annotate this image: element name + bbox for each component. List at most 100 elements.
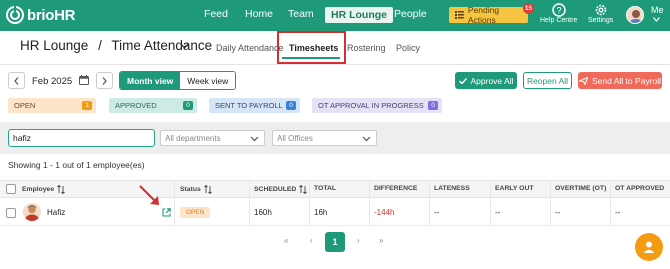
tab-policy[interactable]: Policy (396, 43, 420, 53)
approve-all-button[interactable]: Approve All (455, 72, 517, 89)
column-header-label: Status (180, 186, 201, 193)
breadcrumb-current: Time Attendance (111, 38, 213, 53)
settings-button[interactable]: Settings (588, 3, 613, 24)
column-header-employee[interactable]: Employee (22, 185, 65, 194)
status-chip-count: 0 (183, 101, 193, 110)
next-period-button[interactable] (96, 72, 113, 89)
chevron-down-icon[interactable] (653, 17, 660, 22)
select-all-checkbox[interactable] (6, 184, 16, 194)
svg-text:?: ? (556, 6, 561, 16)
cell-lateness: -- (434, 208, 440, 217)
results-count-text: Showing 1 - 1 out of 1 employee(es) (8, 160, 145, 170)
send-icon (579, 76, 588, 85)
last-page-button[interactable]: » (379, 236, 383, 245)
month-view-button[interactable]: Month view (120, 72, 181, 89)
employee-name[interactable]: Hafiz (47, 208, 65, 217)
cell-scheduled: 160h (254, 208, 272, 217)
status-chip-ot-approval[interactable]: OT APPROVAL IN PROGRESS 0 (312, 98, 442, 113)
status-chip-sent-to-payroll[interactable]: SENT TO PAYROLL 0 (209, 98, 300, 113)
status-chip-count: 0 (286, 101, 296, 110)
office-select-value: All Offices (277, 133, 313, 143)
breadcrumb-root[interactable]: HR Lounge (20, 38, 88, 53)
pending-actions-button[interactable]: Pending Actions 15 (449, 3, 534, 25)
column-header-ot-approved: OT APPROVED (615, 185, 665, 192)
status-chip-count: 0 (428, 101, 438, 110)
tab-daily-attendance[interactable]: Daily Attendance (216, 43, 284, 53)
employee-search-input[interactable] (8, 129, 155, 147)
cell-overtime: -- (555, 208, 561, 217)
send-all-label: Send All to Payroll (592, 75, 661, 86)
employee-avatar (23, 203, 41, 221)
column-header-label: SCHEDULED (254, 186, 297, 193)
brand-logo-icon (6, 6, 24, 24)
brand-logo[interactable]: brioHR (6, 6, 76, 24)
next-page-button[interactable]: › (357, 236, 360, 245)
brand-name: brioHR (27, 6, 76, 24)
nav-hr-lounge[interactable]: HR Lounge (325, 7, 393, 23)
open-external-icon[interactable] (162, 208, 171, 217)
status-chip-label: APPROVED (115, 101, 157, 110)
user-icon (643, 241, 655, 253)
send-all-to-payroll-button[interactable]: Send All to Payroll (578, 72, 662, 89)
nav-people[interactable]: People (394, 8, 427, 20)
chevron-right-icon (102, 76, 107, 85)
pending-actions-label: Pending Actions (467, 5, 500, 25)
help-centre-button[interactable]: ? Help Centre (540, 3, 577, 24)
cell-difference: -144h (374, 208, 395, 217)
breadcrumb-separator: / (98, 38, 102, 53)
cell-ot-approved: -- (615, 208, 621, 217)
column-header-early-out: EARLY OUT (495, 185, 534, 192)
reopen-all-button[interactable]: Reopen All (523, 72, 572, 89)
nav-team[interactable]: Team (288, 8, 314, 20)
status-chip-open[interactable]: OPEN 1 (8, 98, 96, 113)
department-select[interactable]: All departments (160, 130, 265, 146)
pending-actions-count: 15 (523, 3, 534, 14)
chevron-left-icon (14, 76, 19, 85)
prev-page-button[interactable]: ‹ (310, 236, 313, 245)
status-chip-label: SENT TO PAYROLL (215, 101, 283, 110)
tab-rostering[interactable]: Rostering (347, 43, 386, 53)
row-checkbox[interactable] (6, 208, 16, 218)
column-header-scheduled[interactable]: SCHEDULED (254, 185, 308, 194)
status-badge: OPEN (180, 207, 211, 218)
status-chip-label: OPEN (14, 101, 36, 110)
nav-home[interactable]: Home (245, 8, 273, 20)
help-centre-label: Help Centre (540, 17, 578, 24)
check-icon (458, 77, 467, 84)
annotation-arrow (139, 185, 159, 205)
view-toggle: Month view Week view (119, 71, 237, 90)
status-chip-approved[interactable]: APPROVED 0 (109, 98, 197, 113)
sort-icon[interactable] (203, 185, 212, 194)
approve-all-label: Approve All (470, 75, 514, 86)
column-header-lateness: LATENESS (434, 185, 470, 192)
chevron-down-icon (250, 136, 259, 142)
cell-early-out: -- (495, 208, 501, 217)
support-chat-button[interactable] (635, 233, 663, 261)
gear-icon (595, 4, 606, 16)
prev-period-button[interactable] (8, 72, 25, 89)
status-chip-count: 1 (82, 101, 92, 110)
user-avatar[interactable] (626, 6, 644, 24)
help-icon: ? (551, 3, 566, 17)
user-menu-label[interactable]: Me (651, 5, 664, 15)
breadcrumb-chevron-down-icon[interactable] (180, 43, 189, 49)
list-icon (455, 11, 464, 19)
first-page-button[interactable]: « (284, 236, 288, 245)
sort-icon[interactable] (299, 185, 308, 194)
settings-label: Settings (588, 17, 614, 24)
cell-total: 16h (314, 208, 328, 217)
column-header-overtime: OVERTIME (OT) (555, 185, 607, 192)
office-select[interactable]: All Offices (272, 130, 377, 146)
nav-feed[interactable]: Feed (204, 8, 228, 20)
column-header-difference: DIFFERENCE (374, 185, 418, 192)
status-chip-label: OT APPROVAL IN PROGRESS (318, 101, 424, 110)
period-label: Feb 2025 (32, 76, 73, 87)
department-select-value: All departments (165, 133, 221, 143)
week-view-button[interactable]: Week view (180, 72, 236, 89)
column-header-total: TOTAL (314, 185, 337, 192)
column-header-status[interactable]: Status (180, 185, 212, 194)
column-header-label: Employee (22, 186, 55, 193)
sort-icon[interactable] (57, 185, 65, 194)
current-page-button[interactable]: 1 (325, 232, 345, 252)
calendar-icon[interactable] (79, 75, 89, 85)
